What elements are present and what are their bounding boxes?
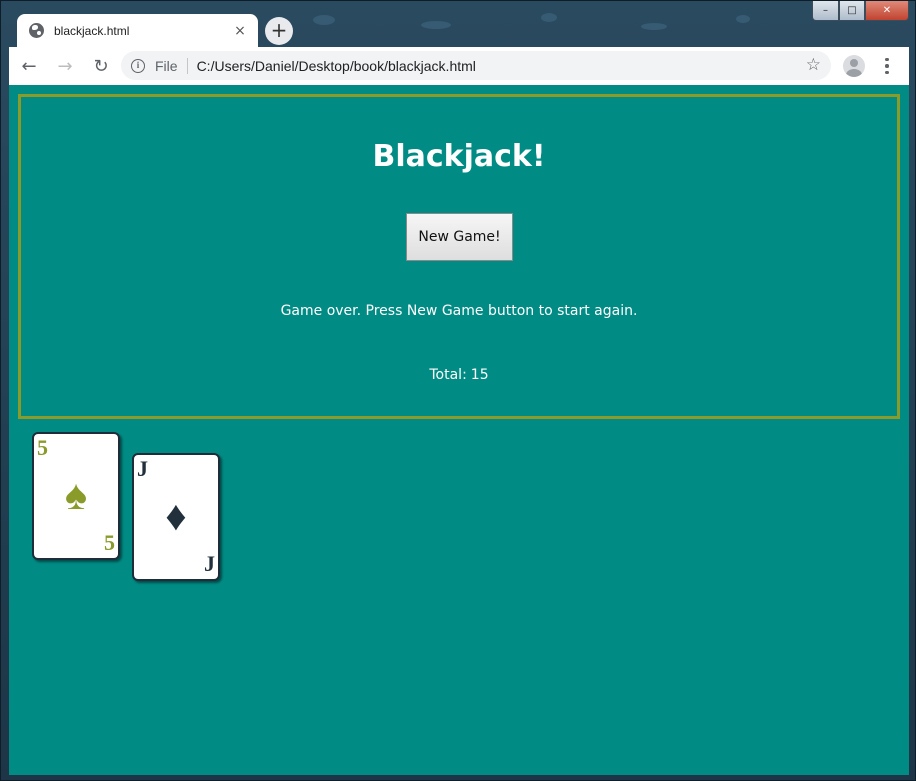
card-rank-bottom: J: [204, 551, 215, 576]
close-tab-icon[interactable]: ×: [232, 23, 248, 39]
profile-avatar-icon[interactable]: [843, 55, 865, 77]
game-panel: Blackjack! New Game! Game over. Press Ne…: [18, 94, 900, 419]
close-window-button[interactable]: ✕: [865, 1, 909, 21]
scheme-label: File: [155, 57, 178, 74]
playing-card-5-spades: 5 ♠ 5: [32, 432, 120, 560]
card-rank-bottom: 5: [104, 530, 115, 555]
url-text[interactable]: C:/Users/Daniel/Desktop/book/blackjack.h…: [197, 58, 476, 74]
page-viewport: Blackjack! New Game! Game over. Press Ne…: [9, 85, 909, 775]
title-bar: blackjack.html × + – □ ✕: [1, 1, 915, 47]
total-display: Total: 15: [21, 367, 897, 383]
diamond-icon: ♦: [165, 494, 187, 540]
address-bar[interactable]: i File C:/Users/Daniel/Desktop/book/blac…: [121, 51, 831, 80]
globe-icon: [29, 23, 44, 38]
info-icon[interactable]: i: [131, 58, 145, 73]
total-value: 15: [470, 367, 489, 383]
total-label: Total:: [429, 367, 467, 383]
browser-window: blackjack.html × + – □ ✕ ← → ↻ i File C:…: [0, 0, 916, 781]
window-controls: – □ ✕: [812, 1, 909, 21]
browser-toolbar: ← → ↻ i File C:/Users/Daniel/Desktop/boo…: [9, 47, 909, 85]
tab-title: blackjack.html: [54, 23, 130, 38]
maximize-button[interactable]: □: [839, 1, 865, 21]
card-rank-top: J: [137, 456, 148, 481]
divider: [186, 57, 188, 74]
forward-button[interactable]: →: [49, 50, 81, 82]
browser-tab[interactable]: blackjack.html ×: [17, 14, 258, 47]
minimize-button[interactable]: –: [812, 1, 839, 21]
spade-icon: ♠: [64, 473, 88, 519]
playing-card-jack-diamonds: J ♦ J: [132, 453, 220, 581]
menu-icon[interactable]: [881, 55, 893, 77]
new-game-button[interactable]: New Game!: [406, 213, 513, 261]
page-title: Blackjack!: [372, 139, 546, 174]
back-button[interactable]: ←: [13, 50, 45, 82]
reload-button[interactable]: ↻: [85, 50, 117, 82]
bookmark-star-icon[interactable]: ☆: [806, 55, 821, 75]
status-message: Game over. Press New Game button to star…: [280, 303, 638, 319]
card-rank-top: 5: [37, 435, 48, 460]
new-tab-button[interactable]: +: [265, 17, 293, 45]
